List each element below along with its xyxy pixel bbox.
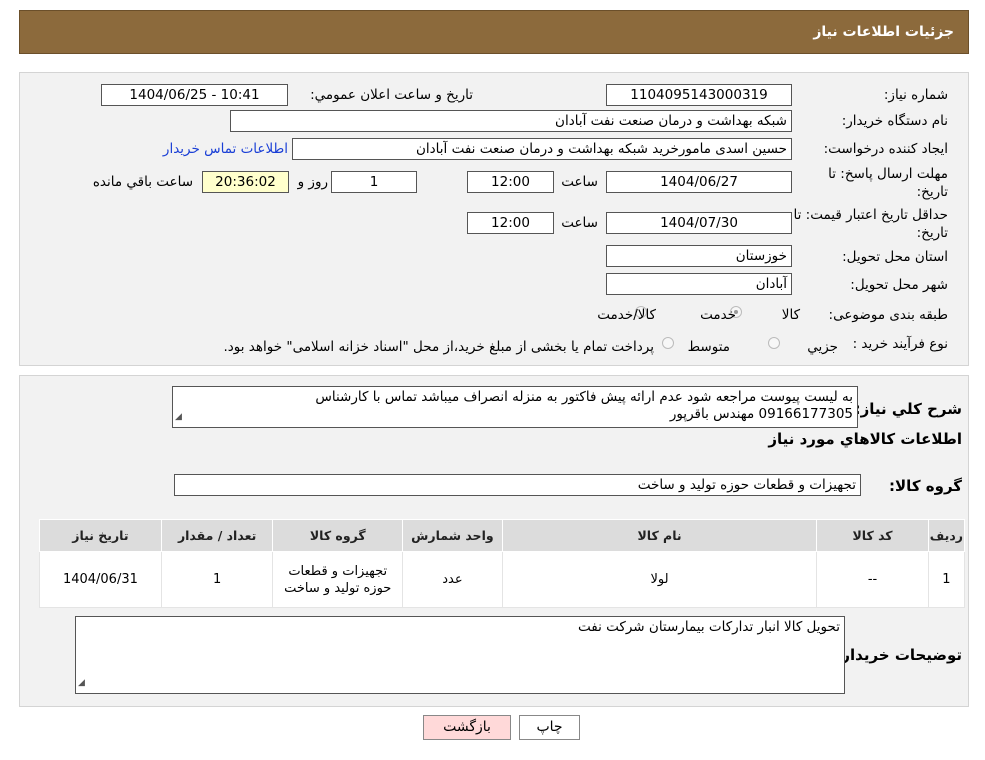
remaining-days-field: 1 [331, 171, 417, 193]
col-row: رديف [927, 519, 966, 552]
goods-group-label: گروه کالا: [889, 477, 962, 495]
summary-label: شرح کلي نیاز: [854, 400, 962, 418]
category-option-both-label: کالا/خدمت [597, 307, 656, 323]
announce-datetime-field: 1404/06/25 - 10:41 [101, 84, 288, 106]
buyer-notes-textarea[interactable]: تحویل کالا انبار تدارکات بیمارستان شرکت … [75, 616, 845, 694]
category-label: طبقه بندی موضوعی: [828, 307, 948, 323]
cell-group: تجهیزات و قطعات حوزه تولید و ساخت [272, 551, 404, 608]
validity-time-field: 12:00 [467, 212, 554, 234]
creator-label: ايجاد کننده درخواست: [823, 141, 948, 157]
goods-table: رديف کد کالا نام کالا واحد شمارش گروه کا… [39, 519, 966, 608]
reply-deadline-label: مهلت ارسال پاسخ: تا تاریخ: [828, 166, 948, 200]
cell-name: لولا [501, 551, 818, 608]
need-number-field: 1104095143000319 [606, 84, 792, 106]
table-row: 1 -- لولا عدد تجهیزات و قطعات حوزه تولید… [39, 551, 966, 608]
col-code: کد کالا [816, 519, 929, 552]
need-details-panel: شرح کلي نیاز: به لیست پیوست مراجعه شود ع… [19, 375, 969, 707]
col-name: نام کالا [501, 519, 818, 552]
summary-textarea[interactable]: به لیست پیوست مراجعه شود عدم ارائه پیش ف… [172, 386, 858, 428]
resize-grip-icon[interactable]: ◢ [175, 409, 182, 426]
buyer-contact-link[interactable]: اطلاعات تماس خريدار [163, 141, 288, 157]
col-date: تاریخ نیاز [39, 519, 162, 552]
process-note: پرداخت تمام یا بخشی از مبلغ خرید،از محل … [223, 339, 654, 355]
price-validity-label: حداقل تاریخ اعتبار قیمت: تا تاریخ: [793, 207, 948, 241]
cell-qty: 1 [160, 551, 274, 608]
validity-date-field: 1404/07/30 [606, 212, 792, 234]
page-title: جزئیات اطلاعات نیاز [813, 24, 954, 40]
col-qty: تعداد / مقدار [160, 519, 274, 552]
reply-time-label: ساعت [561, 174, 598, 190]
cell-unit: عدد [402, 551, 503, 608]
validity-time-label: ساعت [561, 215, 598, 231]
goods-info-title: اطلاعات کالاهاي مورد نياز [768, 430, 962, 448]
goods-group-field: تجهیزات و قطعات حوزه تولید و ساخت [174, 474, 861, 496]
remaining-time-field: 20:36:02 [202, 171, 289, 193]
need-info-panel: شماره نیاز: 1104095143000319 تاریخ و ساع… [19, 72, 969, 366]
creator-field: حسین اسدی مامورخرید شبکه بهداشت و درمان … [292, 138, 792, 160]
process-option-minor-label: جزيي [807, 339, 838, 355]
announce-datetime-label: تاریخ و ساعت اعلان عمومي: [310, 87, 473, 103]
category-option-goods-label: کالا [781, 307, 800, 323]
buyer-org-field: شبکه بهداشت و درمان صنعت نفت آبادان [230, 110, 792, 132]
city-label: شهر محل تحویل: [850, 277, 948, 293]
buyer-notes-text: تحویل کالا انبار تدارکات بیمارستان شرکت … [578, 619, 840, 635]
reply-time-field: 12:00 [467, 171, 554, 193]
col-unit: واحد شمارش [402, 519, 503, 552]
process-option-minor-radio[interactable] [768, 337, 780, 349]
city-field: آبادان [606, 273, 792, 295]
province-label: استان محل تحویل: [842, 249, 948, 265]
category-option-service-label: خدمت [700, 307, 736, 323]
purchase-process-label: نوع فرآیند خرید : [852, 336, 948, 352]
process-option-medium-label: متوسط [687, 339, 730, 355]
buyer-org-label: نام دستگاه خريدار: [841, 113, 948, 129]
cell-row: 1 [927, 551, 966, 608]
buyer-notes-label: توضيحات خريدار: [835, 646, 962, 664]
resize-grip-icon[interactable]: ◢ [78, 675, 85, 692]
cell-code: -- [816, 551, 929, 608]
back-button[interactable]: بازگشت [423, 715, 511, 740]
summary-line-2: 09166177305 مهندس باقرپور [669, 406, 853, 422]
col-group: گروه کالا [272, 519, 404, 552]
remaining-time-label: ساعت باقي مانده [92, 174, 193, 190]
days-label: روز و [297, 174, 328, 190]
page-header: جزئیات اطلاعات نیاز [19, 10, 969, 54]
print-button[interactable]: چاپ [519, 715, 580, 740]
need-number-label: شماره نیاز: [883, 87, 948, 103]
province-field: خوزستان [606, 245, 792, 267]
process-option-medium-radio[interactable] [662, 337, 674, 349]
cell-date: 1404/06/31 [39, 551, 162, 608]
summary-line-1: به لیست پیوست مراجعه شود عدم ارائه پیش ف… [315, 389, 853, 405]
goods-table-header: رديف کد کالا نام کالا واحد شمارش گروه کا… [39, 519, 966, 552]
reply-date-field: 1404/06/27 [606, 171, 792, 193]
